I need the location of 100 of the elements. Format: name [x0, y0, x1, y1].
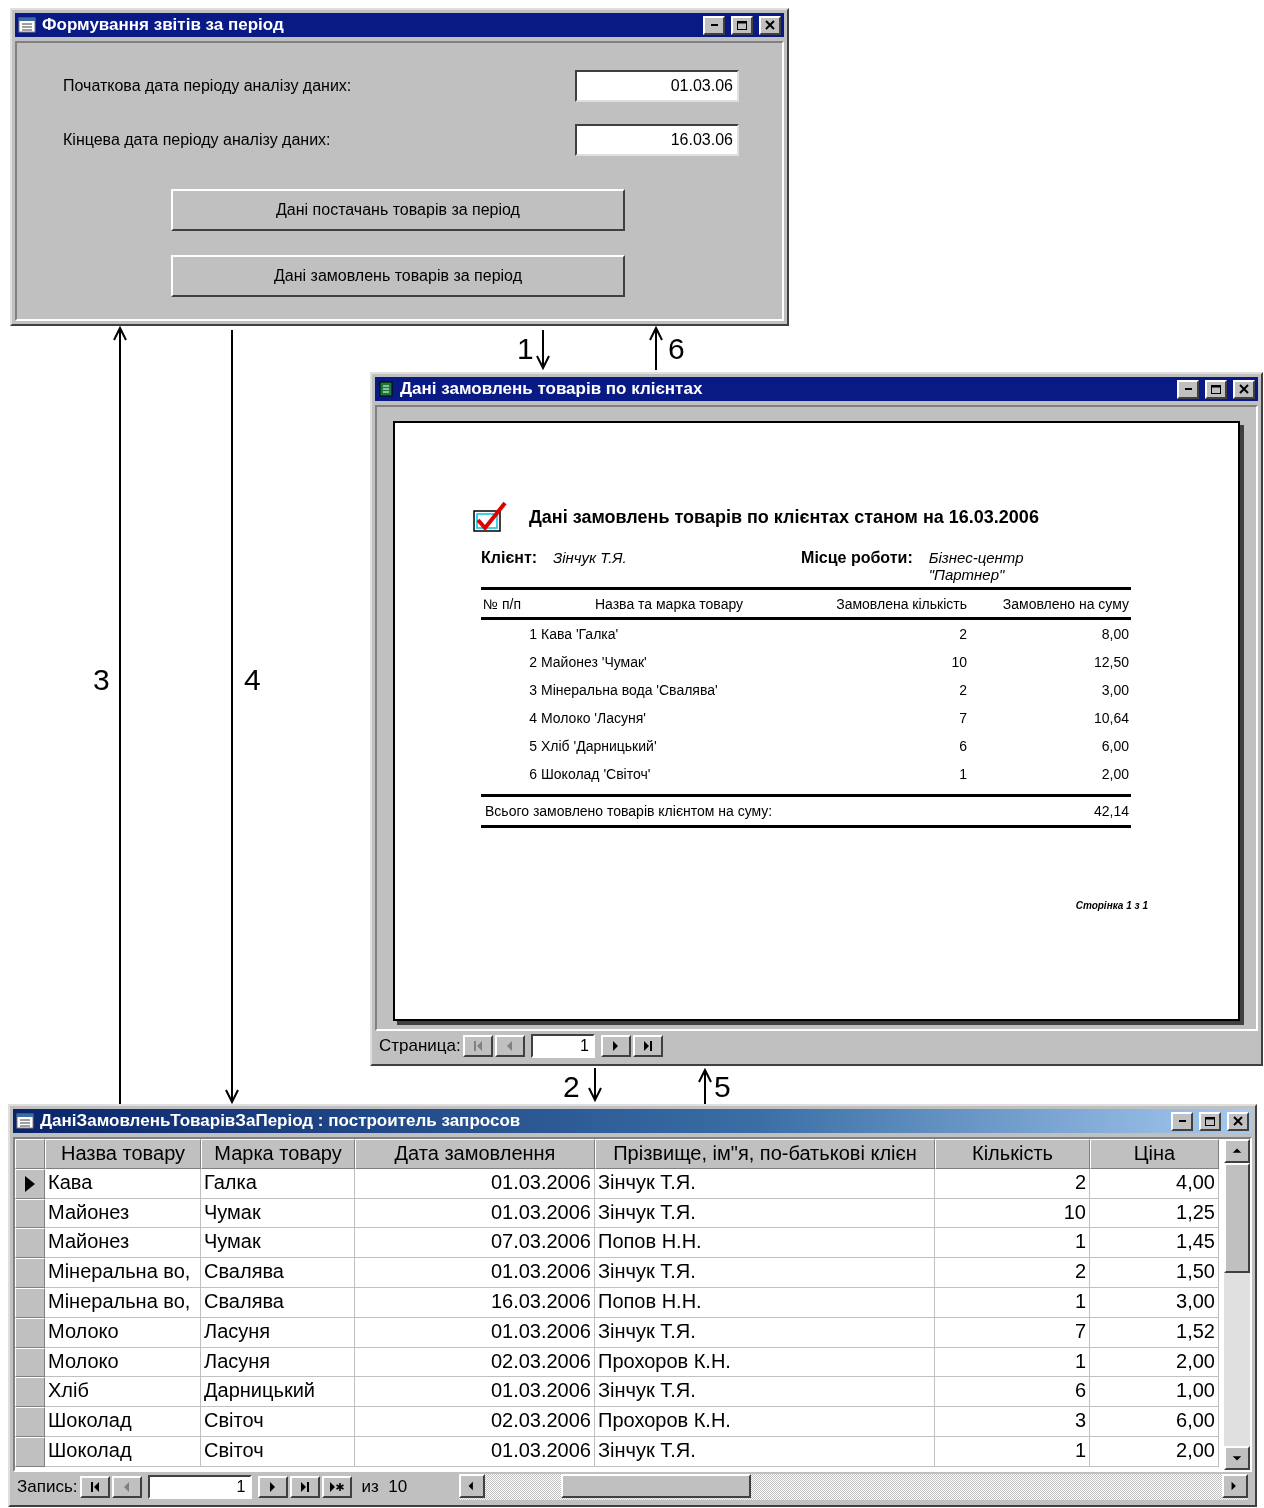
- table-cell: Мінеральна во,: [45, 1258, 201, 1288]
- column-header[interactable]: Кількість: [935, 1139, 1090, 1169]
- table-cell: 6,00: [1090, 1407, 1219, 1437]
- window-title: Дані замовлень товарів по клієнтах: [400, 379, 704, 399]
- minimize-icon: [710, 24, 718, 26]
- form-icon: [18, 17, 36, 33]
- next-record-button[interactable]: [257, 1476, 288, 1498]
- minimize-icon: [1178, 1120, 1186, 1122]
- previous-icon: [124, 1482, 129, 1492]
- table-cell: 6: [935, 1377, 1090, 1408]
- next-page-button[interactable]: [600, 1035, 631, 1057]
- column-header[interactable]: Ціна: [1090, 1139, 1219, 1169]
- row-number: 6: [528, 766, 538, 782]
- date-field[interactable]: 16.03.06: [575, 124, 739, 156]
- first-page-button[interactable]: [462, 1035, 493, 1057]
- close-button[interactable]: [1233, 379, 1255, 399]
- page-label: Страница:: [379, 1036, 461, 1056]
- table-cell: 02.03.2006: [355, 1407, 595, 1437]
- minimize-icon: [1184, 388, 1192, 390]
- table-cell: Світоч: [201, 1407, 355, 1437]
- close-button[interactable]: [759, 15, 781, 35]
- table-cell: 01.03.2006: [355, 1317, 595, 1348]
- column-header[interactable]: Назва товару: [45, 1139, 201, 1169]
- table-cell: 1,52: [1090, 1317, 1219, 1348]
- last-icon: [300, 1482, 309, 1492]
- close-button[interactable]: [1227, 1111, 1249, 1131]
- first-record-button[interactable]: [79, 1476, 110, 1498]
- maximize-button[interactable]: [1205, 379, 1227, 399]
- table-cell: Зінчук Т.Я.: [595, 1436, 935, 1467]
- product-name: Молоко 'Ласуня': [540, 710, 647, 726]
- table-cell: Ласуня: [201, 1347, 355, 1378]
- table-cell: Світоч: [201, 1436, 355, 1467]
- maximize-icon: [737, 20, 747, 30]
- table-cell: 1: [935, 1347, 1090, 1378]
- field-label: Кінцева дата періоду аналізу даних:: [63, 131, 331, 149]
- record-label: Запись:: [17, 1477, 78, 1497]
- minimize-button[interactable]: [1177, 379, 1199, 399]
- window-title: ДаніЗамовленьТоварівЗаПеріод : построитель запросов: [40, 1111, 522, 1131]
- record-number-field[interactable]: 1: [147, 1475, 252, 1499]
- date-field[interactable]: 01.03.06: [575, 70, 739, 102]
- report-button[interactable]: Дані постачань товарів за період: [171, 189, 625, 231]
- column-header[interactable]: Прізвище, ім"я, по-батькові клієн: [595, 1139, 935, 1169]
- table-cell: 1,25: [1090, 1198, 1219, 1229]
- page-footer: Сторінка 1 з 1: [1075, 900, 1148, 911]
- table-cell: 2: [935, 1168, 1090, 1199]
- column-header[interactable]: Дата замовлення: [355, 1139, 595, 1169]
- table-cell: Попов Н.Н.: [595, 1228, 935, 1259]
- checkbox-tick-icon: [473, 501, 507, 533]
- maximize-button[interactable]: [731, 15, 753, 35]
- close-icon: [1239, 384, 1249, 394]
- quantity: 2: [958, 682, 968, 698]
- quantity: 6: [958, 738, 968, 754]
- table-cell: 07.03.2006: [355, 1228, 595, 1259]
- product-name: Кава 'Галка': [540, 626, 620, 642]
- page-number-field[interactable]: 1: [530, 1034, 595, 1058]
- column-header[interactable]: Марка товару: [201, 1139, 355, 1169]
- maximize-button[interactable]: [1199, 1111, 1221, 1131]
- record-selector[interactable]: [15, 1168, 45, 1199]
- table-cell: Чумак: [201, 1228, 355, 1259]
- next-icon: [613, 1041, 619, 1051]
- table-cell: 10: [935, 1198, 1090, 1229]
- row-number: 2: [528, 654, 538, 670]
- minimize-button[interactable]: [703, 15, 725, 35]
- table-cell: Хліб: [45, 1377, 201, 1408]
- close-icon: [1233, 1116, 1243, 1126]
- new-record-icon: [329, 1482, 344, 1492]
- window-title: Формування звітів за період: [42, 15, 285, 35]
- amount: 6,00: [1100, 738, 1130, 754]
- table-cell: Свалява: [201, 1288, 355, 1318]
- step-number: 6: [668, 334, 685, 364]
- table-cell: 01.03.2006: [355, 1436, 595, 1467]
- table-cell: 7: [935, 1317, 1090, 1348]
- table-cell: 01.03.2006: [355, 1258, 595, 1288]
- new-record-button[interactable]: [321, 1476, 352, 1498]
- table-cell: 1,45: [1090, 1228, 1219, 1259]
- step-number: 2: [563, 1072, 580, 1102]
- column-header: Замовлена кількість: [835, 596, 968, 612]
- query-icon: [16, 1113, 34, 1129]
- minimize-button[interactable]: [1171, 1111, 1193, 1131]
- product-name: Майонез 'Чумак': [540, 654, 648, 670]
- report-button[interactable]: Дані замовлень товарів за період: [171, 255, 625, 297]
- product-name: Шоколад 'Світоч': [540, 766, 652, 782]
- previous-record-button[interactable]: [111, 1476, 142, 1498]
- table-cell: Свалява: [201, 1258, 355, 1288]
- table-cell: 1: [935, 1288, 1090, 1318]
- previous-icon: [507, 1041, 513, 1051]
- table-cell: 2,00: [1090, 1436, 1219, 1467]
- step-number: 1: [517, 334, 534, 364]
- field-label: Початкова дата періоду аналізу даних:: [63, 77, 352, 95]
- horizontal-scrollbar[interactable]: [459, 1474, 1248, 1500]
- previous-page-button[interactable]: [494, 1035, 525, 1057]
- last-page-button[interactable]: [632, 1035, 663, 1057]
- row-number: 1: [528, 626, 538, 642]
- step-number: 5: [714, 1072, 731, 1102]
- last-record-button[interactable]: [289, 1476, 320, 1498]
- table-cell: Молоко: [45, 1317, 201, 1348]
- vertical-scrollbar[interactable]: [1224, 1139, 1250, 1470]
- table-cell: 2,00: [1090, 1347, 1219, 1378]
- product-name: Мінеральна вода 'Свалява': [540, 682, 719, 698]
- report-heading: Дані замовлень товарів по клієнтах станом на 16.03.2006: [529, 506, 1039, 528]
